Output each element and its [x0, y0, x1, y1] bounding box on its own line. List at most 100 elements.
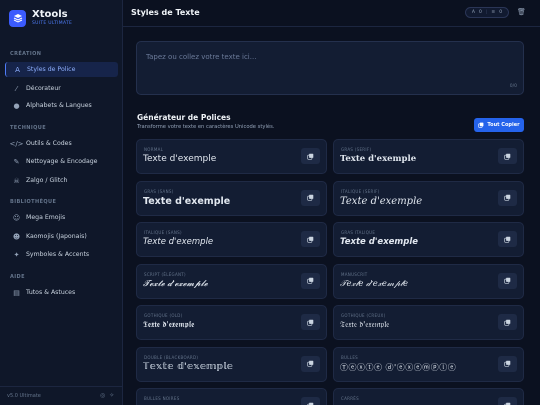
char-count: 0 [479, 10, 482, 15]
copy-icon [307, 277, 314, 284]
copy-icon [307, 360, 314, 367]
copy-button[interactable] [301, 397, 320, 405]
copy-icon [504, 402, 511, 405]
font-card-label: GOTHIQUE (OLD) [144, 313, 183, 318]
font-card[interactable]: GRAS (SANS) Texte d'exemple [136, 180, 327, 216]
font-card-label: CARRÉS [341, 396, 359, 401]
copy-button[interactable] [301, 314, 320, 330]
sidebar-item-label: Outils & Codes [26, 140, 72, 147]
font-card[interactable]: NORMAL Texte d'exemple [136, 139, 327, 174]
brand-subtitle: SUITE ULTIMATE [32, 21, 73, 26]
copy-button[interactable] [301, 189, 320, 206]
sidebar: Xtools SUITE ULTIMATE CRÉATION A Styles … [0, 0, 123, 405]
sidebar-item-label: Symboles & Accents [26, 251, 90, 258]
word-count-icon: ≡ [491, 10, 496, 15]
font-card[interactable]: GOTHIQUE (CREUX) 𝔗𝔢𝔵𝔱𝔢 𝔡'𝔢𝔵𝔢𝔪𝔭𝔩𝔢 [333, 305, 524, 340]
page-title: Styles de Texte [131, 8, 200, 17]
font-card[interactable]: CARRÉS🅃🄴🅇🅃🄴 [333, 388, 524, 405]
font-card-label: BULLES NOIRES [144, 396, 180, 401]
font-card-label: MANUSCRIT [341, 271, 368, 277]
section-technique: TECHNIQUE [10, 125, 47, 131]
font-card-sample: Texte d'exemple [143, 195, 231, 207]
header: Styles de Texte A 0 | ≡ 0 🗑 [123, 0, 540, 27]
font-card[interactable]: GRAS (SERIF) Texte d'exemple [333, 139, 524, 174]
copy-all-button[interactable]: Tout Copier [474, 118, 524, 132]
sidebar-item-alphabets[interactable]: ● Alphabets & Langues [5, 98, 118, 113]
copy-all-label: Tout Copier [487, 122, 520, 128]
copy-button[interactable] [301, 231, 320, 247]
font-card-label: ITALIQUE (SERIF) [341, 188, 380, 194]
copy-button[interactable] [498, 231, 517, 247]
copy-button[interactable] [301, 355, 320, 372]
font-card[interactable]: ITALIQUE (SERIF) Texte d'exemple [333, 180, 524, 216]
logo-icon [9, 9, 26, 27]
brand[interactable]: Xtools SUITE ULTIMATE [9, 9, 72, 27]
skull-icon: ☠ [13, 176, 20, 185]
input-placeholder: Tapez ou collez votre texte ici... [146, 53, 257, 61]
font-card-sample: Texte d'exemple [340, 154, 417, 164]
font-card-sample: 𝔗𝔢𝔵𝔱𝔢 𝔡'𝔢𝔵𝔢𝔪𝔭𝔩𝔢 [340, 320, 390, 329]
sidebar-item-label: Kaomojis (Japonais) [26, 233, 87, 240]
sidebar-item-tutos[interactable]: ▤ Tutos & Astuces [5, 285, 118, 300]
copy-icon [307, 194, 314, 201]
copy-button[interactable] [498, 355, 517, 372]
copy-icon [478, 122, 484, 128]
font-card[interactable]: BULLES Ⓣⓔⓧⓣⓔ ⓓ'ⓔⓧⓔⓜⓟⓛⓔ [333, 346, 524, 382]
sidebar-item-label: Mega Emojis [26, 214, 66, 221]
book-icon: ▤ [13, 288, 20, 297]
sidebar-item-label: Tutos & Astuces [26, 289, 76, 296]
font-card-label: GRAS (SANS) [144, 188, 174, 194]
copy-button[interactable] [498, 189, 517, 206]
font-card[interactable]: SCRIPT (ÉLÉGANT) 𝓣𝓮𝔁𝓽𝓮 𝓭'𝓮𝔁𝓮𝓶𝓹𝓵𝓮 [136, 263, 327, 299]
sidebar-item-kaomojis[interactable]: ☻ Kaomojis (Japonais) [5, 229, 118, 244]
github-icon[interactable]: ◎ [100, 392, 105, 399]
copy-icon [504, 360, 511, 367]
font-card-sample: Ⓣⓔⓧⓣⓔ ⓓ'ⓔⓧⓔⓜⓟⓛⓔ [340, 362, 457, 372]
font-card[interactable]: DOUBLE (BLACKBOARD) 𝕋𝕖𝕩𝕥𝕖 𝕕'𝕖𝕩𝕖𝕞𝕡𝕝𝕖 [136, 346, 327, 382]
font-card[interactable]: MANUSCRIT 𝒯𝑒𝓍𝓉𝑒 𝒹'𝑒𝓍𝑒𝓂𝓅𝓁𝑒 [333, 263, 524, 299]
copy-button[interactable] [301, 148, 320, 164]
copy-icon [504, 194, 511, 201]
copy-icon [307, 236, 314, 243]
font-card[interactable]: GRAS ITALIQUE Texte d'exemple [333, 222, 524, 257]
trash-icon[interactable]: 🗑 [517, 8, 526, 16]
font-card-sample: Texte d'exemple [143, 154, 217, 164]
copy-button[interactable] [498, 272, 517, 289]
copy-button[interactable] [498, 314, 517, 330]
section-bibliotheque: BIBLIOTHÈQUE [10, 199, 57, 205]
font-card[interactable]: ITALIQUE (SANS) Texte d'exemple [136, 222, 327, 257]
font-card[interactable]: GOTHIQUE (OLD) 𝕿𝖊𝖝𝖙𝖊 𝖉'𝖊𝖝𝖊𝖒𝖕𝖑𝖊 [136, 305, 327, 340]
sidebar-item-zalgo[interactable]: ☠ Zalgo / Glitch [5, 173, 118, 188]
generator-subtitle: Transforme votre texte en caractères Uni… [137, 124, 275, 130]
smile-icon: ☺ [12, 213, 21, 222]
copy-icon [307, 319, 314, 326]
sidebar-item-symboles[interactable]: ✦ Symboles & Accents [5, 247, 118, 262]
sidebar-item-label: Styles de Police [27, 66, 76, 73]
text-input[interactable]: Tapez ou collez votre texte ici... 0/0 [136, 41, 524, 95]
section-creation: CRÉATION [10, 51, 42, 57]
sidebar-item-outils-codes[interactable]: </> Outils & Codes [5, 136, 118, 151]
copy-icon [307, 402, 314, 405]
font-card-sample: Texte d'exemple [340, 195, 423, 207]
copy-icon [307, 153, 314, 160]
copy-button[interactable] [498, 148, 517, 164]
version-label: v5.0 Ultimate [7, 393, 41, 399]
font-card-label: DOUBLE (BLACKBOARD) [144, 354, 199, 360]
font-card[interactable]: BULLES NOIRES [136, 388, 327, 405]
stats-pill: A 0 | ≡ 0 [465, 7, 509, 18]
sidebar-item-mega-emojis[interactable]: ☺ Mega Emojis [5, 210, 118, 225]
twitter-icon[interactable]: ✧ [109, 392, 114, 399]
globe-icon: ● [13, 101, 20, 110]
sidebar-item-decorateur[interactable]: ⁄ Décorateur [5, 81, 118, 96]
section-aide: AIDE [10, 274, 25, 280]
copy-button[interactable] [301, 272, 320, 289]
sidebar-item-label: Décorateur [26, 85, 61, 92]
sidebar-item-label: Nettoyage & Encodage [26, 158, 98, 165]
copy-button[interactable] [498, 397, 517, 405]
copy-icon [504, 236, 511, 243]
font-icon: A [15, 65, 20, 74]
font-card-label: SCRIPT (ÉLÉGANT) [144, 271, 186, 277]
sidebar-item-nettoyage[interactable]: ✎ Nettoyage & Encodage [5, 154, 118, 169]
font-card-label: NORMAL [144, 147, 164, 152]
sidebar-item-styles-de-police[interactable]: A Styles de Police [5, 62, 118, 77]
